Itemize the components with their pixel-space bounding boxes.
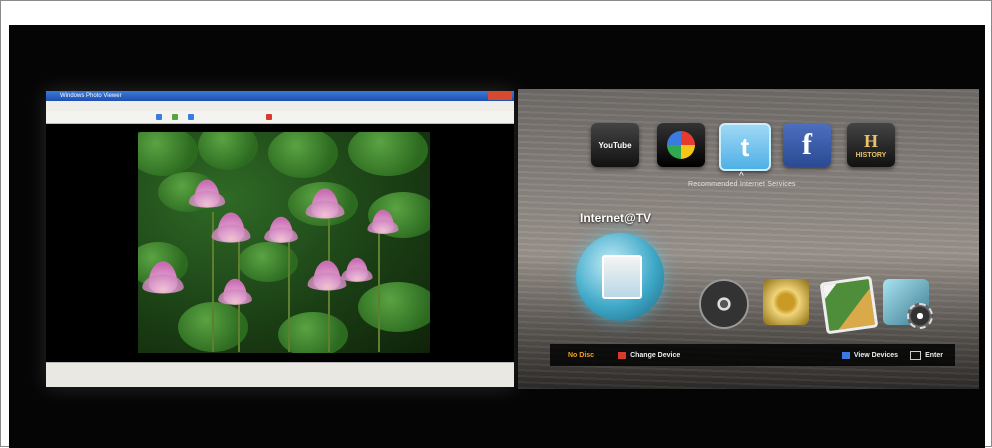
toolbar-icon[interactable]: [172, 114, 178, 120]
smart-hub-menu: YouTube t f H HISTORY ^ Recommended Inter…: [518, 89, 979, 389]
enter-icon: [910, 350, 922, 360]
music-icon[interactable]: [763, 279, 809, 325]
window-title: Windows Photo Viewer: [60, 93, 122, 99]
tv-screen: Windows Photo Viewer YouTube t f H HISTO…: [9, 25, 985, 448]
bottom-bar: No Disc Change Device View Devices Enter: [550, 344, 955, 366]
close-icon[interactable]: [488, 92, 512, 100]
videos-icon[interactable]: [699, 279, 749, 329]
twitter-icon[interactable]: t: [719, 123, 771, 171]
youtube-icon[interactable]: YouTube: [591, 123, 639, 167]
menu-bar: [46, 101, 514, 111]
red-button-icon: [618, 351, 627, 359]
window-titlebar: Windows Photo Viewer: [46, 91, 514, 101]
enter-button[interactable]: Enter: [925, 352, 943, 359]
toolbar-icon[interactable]: [266, 114, 272, 120]
settings-icon[interactable]: [883, 279, 933, 329]
internet-tv-label: Internet@TV: [580, 211, 652, 225]
change-device-button[interactable]: Change Device: [630, 352, 680, 359]
history-icon[interactable]: H HISTORY: [847, 123, 895, 167]
view-devices-button[interactable]: View Devices: [854, 352, 898, 359]
image-frame: Windows Photo Viewer YouTube t f H HISTO…: [0, 0, 992, 448]
picasa-icon[interactable]: [657, 123, 705, 167]
no-disc-label: No Disc: [568, 351, 595, 359]
recommended-label: Recommended Internet Services: [688, 181, 796, 188]
pc-window: Windows Photo Viewer: [46, 91, 514, 387]
internet-tv-icon[interactable]: [576, 233, 664, 321]
lotus-photo: [138, 132, 430, 353]
photo-viewer: [46, 124, 514, 363]
facebook-icon[interactable]: f: [783, 123, 831, 167]
gear-icon: [907, 303, 933, 329]
blue-button-icon: [841, 351, 850, 359]
status-bar: [46, 362, 514, 387]
toolbar-icon[interactable]: [188, 114, 194, 120]
photos-icon[interactable]: [819, 275, 879, 335]
toolbar: [46, 111, 514, 124]
toolbar-icon[interactable]: [156, 114, 162, 120]
